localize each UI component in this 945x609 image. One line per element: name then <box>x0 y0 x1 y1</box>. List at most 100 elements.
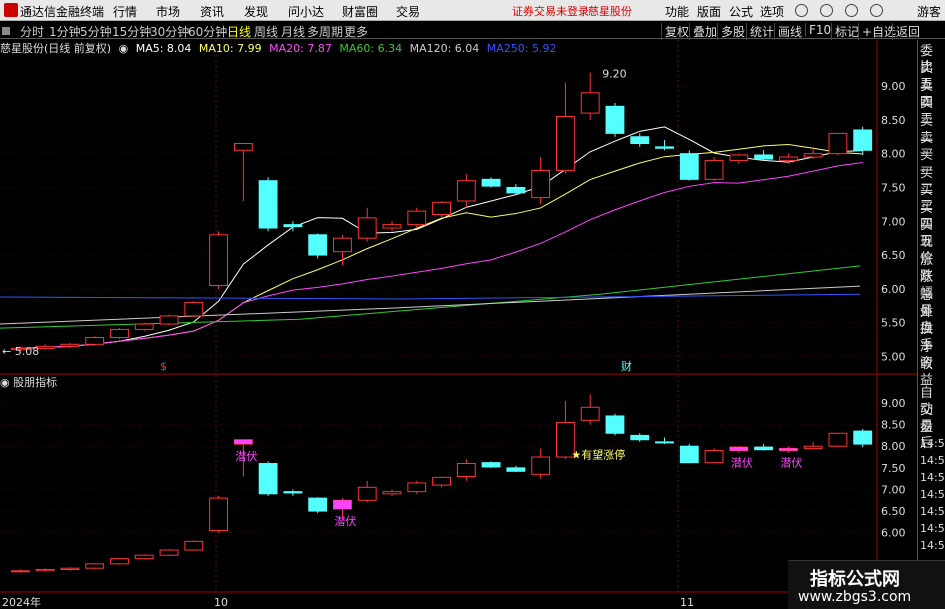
sub-candle-0 <box>10 570 30 573</box>
sub-candle-19 <box>481 462 501 468</box>
period-more[interactable]: 更多 <box>344 23 368 40</box>
ma20-line <box>20 162 863 349</box>
main-candle-16 <box>407 210 427 226</box>
menu-caifuquan[interactable]: 财富圈 <box>342 3 378 20</box>
sub-y-tick-0: 9.00 <box>881 397 906 410</box>
minimize-icon[interactable] <box>820 4 833 17</box>
menu-banmian[interactable]: 版面 <box>697 3 721 20</box>
period-weekly[interactable]: 周线 <box>254 23 278 40</box>
sub-candle-34 <box>853 430 873 445</box>
quote-tick-6: 14:56 <box>920 488 945 501</box>
main-candle-3 <box>85 337 105 345</box>
kline-chart[interactable]: 9.00 8.50 8.00 7.50 7.00 6.50 6.00 5.50 5.00 9.00… <box>0 40 917 609</box>
signal-candle-3 <box>729 447 748 451</box>
current-stock-notice: 慈星股份 <box>588 5 632 18</box>
sub-y-tick-3: 7.50 <box>881 462 906 475</box>
sub-indicator-header[interactable]: ◉ 股朋指标 <box>0 374 57 390</box>
add-watchlist-button[interactable]: +自选 <box>858 23 896 40</box>
period-bar-handle-icon <box>2 27 10 35</box>
menu-wenxiaoda[interactable]: 问小达 <box>288 3 324 20</box>
period-30min[interactable]: 30分钟 <box>150 23 189 40</box>
main-candle-19 <box>481 178 501 187</box>
sub-candle-26 <box>655 441 674 444</box>
sub-candle-21 <box>531 456 551 475</box>
main-candle-17 <box>432 201 451 215</box>
sub-candle-17 <box>432 476 451 486</box>
signal-candle-0 <box>234 439 253 445</box>
indicator-toggle-icon[interactable]: ◉ <box>0 376 10 389</box>
sub-candle-4 <box>110 558 129 565</box>
guest-login[interactable]: 游客 <box>917 3 941 20</box>
period-15min[interactable]: 15分钟 <box>112 23 151 40</box>
ma-toggle-icon[interactable]: ◉ <box>119 42 129 55</box>
ma60-label: MA60: 6.34 <box>339 42 403 55</box>
sub-candle-12 <box>308 497 328 512</box>
menu-hangqing[interactable]: 行情 <box>113 3 137 20</box>
period-1min[interactable]: 1分钟 <box>49 23 81 40</box>
menu-zixun[interactable]: 资讯 <box>200 3 224 20</box>
statistics-button[interactable]: 统计 <box>746 23 774 40</box>
sub-candle-27 <box>679 445 699 464</box>
main-candle-11 <box>283 224 303 228</box>
menu-gongshi[interactable]: 公式 <box>729 3 753 20</box>
f10-button[interactable]: F10 <box>805 23 831 37</box>
main-candle-5 <box>134 323 154 330</box>
sub-candle-20 <box>506 467 526 472</box>
fuquan-button[interactable]: 复权 <box>661 23 689 40</box>
stock-name: 慈星股份 <box>0 42 44 55</box>
mark-button[interactable]: 标记 <box>831 23 859 40</box>
main-y-tick-0: 9.00 <box>881 80 906 93</box>
period-monthly[interactable]: 月线 <box>281 23 305 40</box>
sub-candle-14 <box>357 486 377 501</box>
main-candle-23 <box>580 92 600 114</box>
quote-field-18: 收益 <box>920 357 934 389</box>
overlay-button[interactable]: 叠加 <box>689 23 717 40</box>
main-y-tick-4: 7.00 <box>881 215 906 228</box>
x-axis-label-1: 10 <box>214 596 228 609</box>
quote-tick-3: 14:56 <box>920 437 945 450</box>
main-candle-20 <box>506 186 526 194</box>
watermark-title: 指标公式网 <box>810 569 900 590</box>
period-60min[interactable]: 60分钟 <box>188 23 227 40</box>
sub-candle-6 <box>159 549 179 556</box>
x-axis-label-0: 2024年 <box>2 595 41 609</box>
main-candle-29 <box>729 154 749 161</box>
main-y-tick-1: 8.50 <box>881 114 906 127</box>
menu-jiaoyi[interactable]: 交易 <box>396 3 420 20</box>
main-candle-15 <box>382 224 402 229</box>
back-button[interactable]: 返回 <box>892 23 920 40</box>
quote-tick-4: 14:56 <box>920 454 945 467</box>
ma120-label: MA120: 6.04 <box>409 42 480 55</box>
period-5min[interactable]: 5分钟 <box>80 23 112 40</box>
draw-line-button[interactable]: 画线 <box>774 23 802 40</box>
maximize-icon[interactable] <box>845 4 858 17</box>
period-multi[interactable]: 多周期 <box>307 23 343 40</box>
menu-gongneng[interactable]: 功能 <box>665 3 689 20</box>
main-candle-22 <box>555 115 575 172</box>
low-price-label: ← 5.08 <box>2 345 39 358</box>
x-axis-label-2: 11 <box>680 596 694 609</box>
high-price-label: 9.20 <box>602 68 627 81</box>
sub-candle-11 <box>283 491 303 494</box>
sub-y-tick-6: 6.00 <box>881 527 906 540</box>
ma250-line <box>0 293 861 300</box>
menu-xuanxiang[interactable]: 选项 <box>760 3 784 20</box>
sub-candle-5 <box>134 554 154 560</box>
trade-status-notice[interactable]: 证券交易未登录 <box>512 3 589 19</box>
main-y-tick-3: 7.50 <box>881 181 906 194</box>
signal-label-4: 潜伏 <box>780 456 802 470</box>
sub-candle-23 <box>580 406 600 421</box>
period-daily[interactable]: 日线 <box>227 23 251 40</box>
close-icon[interactable] <box>870 4 883 17</box>
service-icon[interactable] <box>795 4 808 17</box>
quote-tick-7: 14:56 <box>920 505 945 518</box>
multi-stock-button[interactable]: 多股 <box>717 23 745 40</box>
main-candle-32 <box>803 153 823 158</box>
menu-shichang[interactable]: 市场 <box>156 3 180 20</box>
main-candle-7 <box>184 301 204 317</box>
menu-faxian[interactable]: 发现 <box>244 3 268 20</box>
sub-y-tick-5: 6.50 <box>881 505 906 518</box>
main-candle-12 <box>308 234 328 256</box>
period-fenshi[interactable]: 分时 <box>20 23 44 40</box>
sub-candle-3 <box>85 563 105 569</box>
